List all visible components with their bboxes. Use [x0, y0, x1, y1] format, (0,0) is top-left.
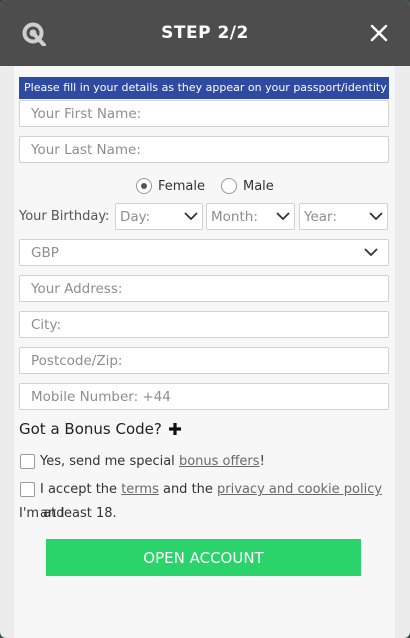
address-field[interactable]: Your Address: [19, 275, 389, 302]
registration-form: Please fill in your details as they appe… [14, 66, 395, 638]
chevron-down-icon [364, 248, 378, 257]
bonus-code-toggle[interactable]: Got a Bonus Code? [19, 420, 182, 438]
postcode-field[interactable]: Postcode/Zip: [19, 347, 389, 374]
bonus-offers-text: Yes, send me special bonus offers! [40, 450, 265, 474]
day-select-value: Day: [120, 209, 151, 225]
modal-header: STEP 2/2 [0, 0, 410, 66]
currency-select[interactable]: GBP [19, 239, 389, 266]
age-confirmation-text: I'm at least 18. [19, 506, 117, 521]
birthday-month-select[interactable]: Month: [206, 203, 295, 230]
chevron-down-icon [276, 212, 290, 221]
birthday-label: Your Birthday: [19, 209, 110, 224]
birthday-year-select[interactable]: Year: [299, 203, 388, 230]
terms-middle: and the [158, 482, 218, 497]
male-label: Male [243, 178, 274, 194]
passport-notice: Please fill in your details as they appe… [19, 77, 389, 99]
registration-modal: STEP 2/2 Please fill in your details as … [0, 0, 410, 638]
privacy-policy-link[interactable]: privacy and cookie policy [217, 482, 382, 497]
terms-prefix: I accept the [40, 482, 122, 497]
bonus-offers-link[interactable]: bonus offers [179, 454, 260, 469]
mobile-number-field[interactable]: Mobile Number: +44 [19, 383, 389, 410]
gender-male-option[interactable]: Male [221, 178, 274, 194]
bonus-offers-suffix: ! [259, 454, 265, 469]
modal-title: STEP 2/2 [161, 23, 249, 43]
plus-icon[interactable] [168, 422, 182, 436]
city-field[interactable]: City: [19, 311, 389, 338]
gender-female-option[interactable]: Female [136, 178, 205, 194]
terms-link[interactable]: terms [121, 482, 159, 497]
bonus-code-label: Got a Bonus Code? [19, 420, 162, 438]
bonus-offers-checkbox[interactable] [20, 454, 35, 469]
year-select-value: Year: [304, 209, 337, 225]
bonus-offers-prefix: Yes, send me special [40, 454, 179, 469]
male-radio[interactable] [221, 178, 237, 194]
open-account-button[interactable]: OPEN ACCOUNT [46, 539, 361, 576]
currency-value: GBP [31, 245, 59, 261]
female-radio[interactable] [136, 178, 152, 194]
terms-checkbox[interactable] [20, 482, 35, 497]
last-name-field[interactable]: Your Last Name: [19, 136, 389, 163]
chevron-down-icon [184, 212, 198, 221]
close-icon[interactable] [370, 24, 388, 42]
first-name-field[interactable]: Your First Name: [19, 100, 389, 127]
female-label: Female [158, 178, 206, 194]
brand-logo-icon [22, 22, 46, 46]
month-select-value: Month: [211, 209, 258, 225]
chevron-down-icon [369, 212, 383, 221]
birthday-day-select[interactable]: Day: [115, 203, 203, 230]
